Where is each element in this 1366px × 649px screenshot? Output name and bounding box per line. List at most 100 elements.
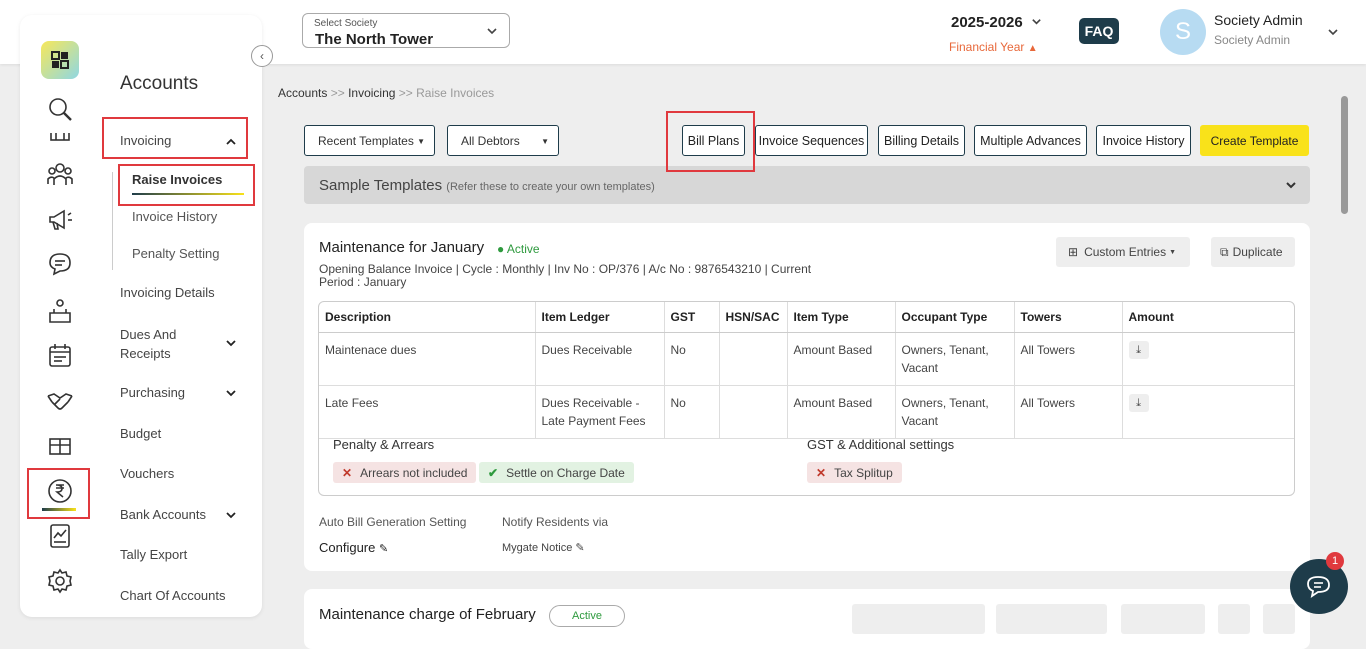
sidebar-item-vouchers[interactable]: Vouchers [120, 466, 174, 481]
table-cell: Maintenace dues [319, 332, 536, 386]
notify-text: Mygate Notice [502, 542, 573, 554]
faq-button[interactable]: FAQ [1079, 18, 1119, 44]
chevron-down-icon[interactable] [224, 508, 238, 522]
sidebar-item-dues-and-receipts[interactable]: Dues And Receipts [120, 325, 200, 363]
table-row: Maintenace dues Dues Receivable No Amoun… [319, 332, 1294, 386]
handshake-icon[interactable] [40, 386, 80, 414]
recent-templates-dropdown[interactable]: Recent Templates ▼ [304, 125, 435, 156]
sample-templates-title: Sample Templates [319, 177, 443, 194]
caret-down-icon: ▼ [1169, 248, 1177, 256]
download-icon[interactable]: ⤓ [1128, 394, 1149, 412]
template-meta: Opening Balance Invoice | Cycle : Monthl… [319, 262, 812, 276]
calendar-icon[interactable] [40, 341, 80, 369]
financial-year-label: Financial Year ▲ [949, 40, 1038, 54]
status-dot-icon: ● [497, 242, 505, 256]
invoice-history-button[interactable]: Invoice History [1096, 125, 1191, 156]
chart-icon[interactable] [40, 522, 80, 550]
sidebar: ‹ Accounts Invoicing Raise Invoices Invo… [20, 15, 273, 617]
column-header: Occupant Type [895, 302, 1015, 333]
column-header: Towers [1014, 302, 1123, 333]
notify-link[interactable]: Mygate Notice ✎ [502, 541, 585, 554]
sidebar-item-invoice-history[interactable]: Invoice History [132, 209, 217, 224]
pencil-icon: ✎ [379, 543, 389, 555]
chevron-down-icon[interactable] [1327, 26, 1339, 38]
caret-down-icon: ▼ [541, 137, 549, 146]
template-card: Maintenance for January ● Active Opening… [304, 223, 1310, 571]
sample-templates-accordion[interactable]: Sample Templates (Refer these to create … [304, 166, 1310, 204]
custom-entries-label: Custom Entries [1084, 245, 1167, 259]
people-icon[interactable] [40, 160, 80, 188]
building-icon[interactable] [40, 133, 80, 143]
sidebar-item-bank-accounts[interactable]: Bank Accounts [120, 507, 206, 522]
create-template-button[interactable]: Create Template [1200, 125, 1309, 156]
sidebar-item-invoicing-details[interactable]: Invoicing Details [120, 285, 215, 300]
chevron-down-icon[interactable] [224, 336, 238, 350]
pencil-icon: ✎ [575, 542, 585, 554]
sidebar-item-budget[interactable]: Budget [120, 426, 161, 441]
column-header: HSN/SAC [719, 302, 788, 333]
society-select[interactable]: Select Society The North Tower [302, 13, 510, 48]
warning-icon: ▲ [1027, 43, 1038, 54]
configure-link[interactable]: Configure ✎ [319, 540, 388, 555]
gear-icon[interactable] [40, 567, 80, 595]
invoice-sequences-button[interactable]: Invoice Sequences [755, 125, 868, 156]
sidebar-item-purchasing[interactable]: Purchasing [120, 385, 185, 400]
breadcrumb-accounts[interactable]: Accounts [278, 86, 327, 100]
more-button[interactable] [1263, 604, 1295, 634]
duplicate-button[interactable]: ⧉ Duplicate [1211, 237, 1295, 267]
search-icon[interactable] [40, 95, 80, 123]
chevron-down-icon [1032, 19, 1041, 25]
service-icon[interactable] [40, 297, 80, 325]
table-header-row: Description Item Ledger GST HSN/SAC Item… [319, 302, 1294, 333]
status-text: Active [506, 242, 540, 256]
column-header: GST [664, 302, 720, 333]
chevron-down-icon [1286, 182, 1296, 189]
scrollbar-thumb[interactable] [1341, 96, 1348, 214]
breadcrumb-invoicing[interactable]: Invoicing [348, 86, 395, 100]
sidebar-item-penalty-setting[interactable]: Penalty Setting [132, 246, 219, 261]
settings-button[interactable] [996, 604, 1107, 634]
download-icon[interactable]: ⤓ [1128, 341, 1149, 359]
all-debtors-dropdown[interactable]: All Debtors ▼ [447, 125, 559, 156]
custom-entries-dropdown[interactable]: ⊞ Custom Entries ▼ [1056, 237, 1190, 267]
check-icon: ✔ [488, 465, 499, 480]
society-select-label: Select Society [314, 18, 378, 29]
megaphone-icon[interactable] [40, 205, 80, 233]
financial-year-select[interactable]: 2025-2026 [951, 14, 1042, 31]
sidebar-title: Accounts [120, 73, 199, 94]
chevron-down-icon [487, 28, 497, 35]
recent-templates-label: Recent Templates [318, 133, 414, 148]
sidebar-item-chart-of-accounts[interactable]: Chart Of Accounts [120, 588, 226, 603]
table-cell: ⤓ [1122, 332, 1294, 386]
billing-details-button[interactable]: Billing Details [878, 125, 965, 156]
notify-label: Notify Residents via [502, 515, 609, 529]
package-icon[interactable] [40, 431, 80, 459]
table-cell: ⤓ [1122, 385, 1294, 439]
template-items-table: Description Item Ledger GST HSN/SAC Item… [318, 301, 1295, 496]
duplicate-label: Duplicate [1232, 245, 1283, 259]
user-name[interactable]: Society Admin [1214, 12, 1303, 28]
highlight-rupee-icon [27, 468, 90, 519]
cross-icon: ✕ [816, 465, 827, 480]
sample-templates-hint: (Refer these to create your own template… [446, 181, 655, 193]
duplicate-button[interactable] [1121, 604, 1205, 634]
custom-entries-dropdown[interactable] [852, 604, 985, 634]
table-cell: No [664, 385, 720, 439]
all-debtors-label: All Debtors [461, 133, 520, 148]
auto-bill-label: Auto Bill Generation Setting [319, 515, 467, 529]
multiple-advances-button[interactable]: Multiple Advances [974, 125, 1087, 156]
table-cell [719, 332, 788, 386]
sidebar-item-tally-export[interactable]: Tally Export [120, 547, 187, 562]
template-title: Maintenance for January [319, 239, 485, 256]
avatar[interactable]: S [1160, 9, 1206, 55]
table-cell: Amount Based [787, 332, 896, 386]
app-logo[interactable] [41, 41, 79, 79]
template-card: Maintenance charge of February Active [304, 589, 1310, 649]
highlight-bill-plans [666, 111, 755, 172]
chevron-down-icon[interactable] [224, 386, 238, 400]
chat-icon[interactable] [40, 250, 80, 278]
collapse-sidebar-button[interactable]: ‹ [251, 45, 273, 67]
breadcrumb-separator: >> [398, 86, 413, 100]
cross-icon: ✕ [342, 465, 353, 480]
delete-button[interactable] [1218, 604, 1250, 634]
